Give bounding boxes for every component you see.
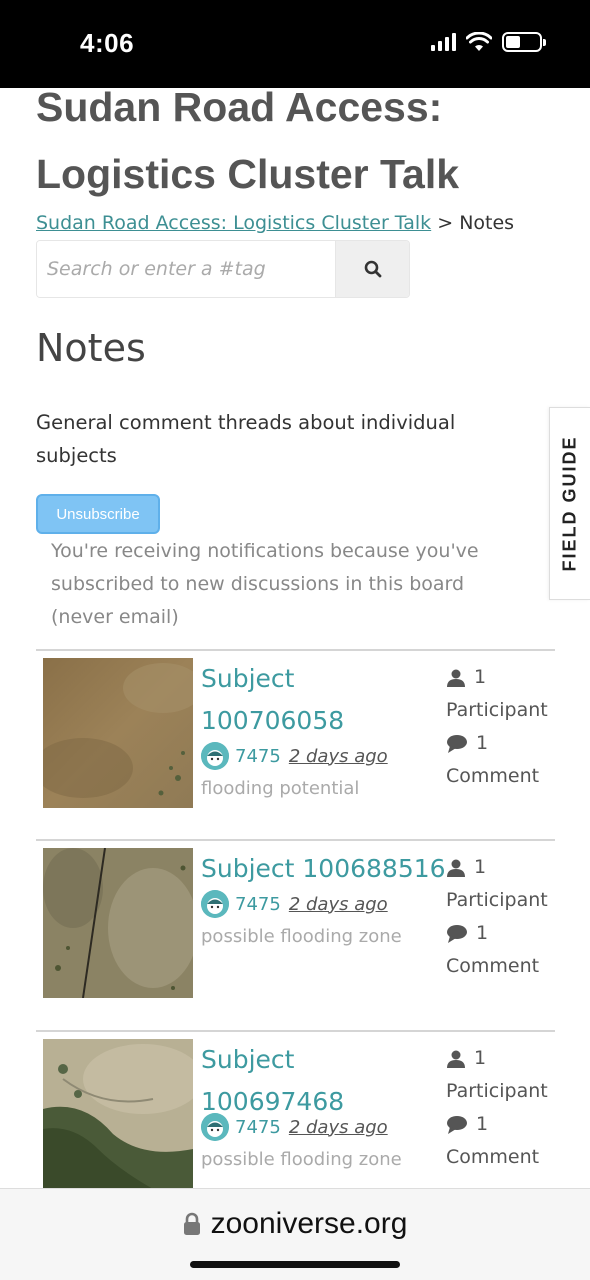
- comment-preview: possible flooding zone: [201, 1149, 402, 1170]
- project-title: Sudan Road Access: Logistics Cluster Tal…: [36, 88, 460, 197]
- comment-meta: 7475 2 days ago: [201, 742, 388, 770]
- comment-count: 1: [476, 732, 489, 754]
- subject-title-link[interactable]: Subject 100706058: [201, 658, 401, 742]
- subject-thumbnail[interactable]: [43, 848, 193, 998]
- breadcrumb-separator: >: [437, 212, 454, 234]
- comment-meta: 7475 2 days ago: [201, 1113, 388, 1141]
- breadcrumb-current: Notes: [459, 212, 515, 234]
- comment-icon: [447, 1115, 467, 1134]
- comment-count: 1: [476, 922, 489, 944]
- user-link[interactable]: 7475: [235, 1117, 281, 1138]
- status-icons: [431, 32, 546, 52]
- discussion-item: Subject 100697468 7475 2 days ago possib…: [0, 1030, 590, 1188]
- subject-thumbnail[interactable]: [43, 1039, 193, 1188]
- discussion-item: Subject 100688516 7475 2 days ago possib…: [0, 839, 590, 1029]
- search-icon: [364, 260, 381, 278]
- comment-time-link[interactable]: 2 days ago: [289, 894, 388, 915]
- page-content: Sudan Road Access: Logistics Cluster Tal…: [0, 88, 590, 1188]
- participant-count: 1: [474, 666, 487, 688]
- battery-icon: [502, 32, 546, 52]
- search-bar: [36, 240, 410, 298]
- search-button[interactable]: [335, 241, 409, 297]
- notification-text: You're receiving notifications because y…: [51, 540, 479, 628]
- wifi-icon: [466, 32, 492, 51]
- url-display[interactable]: zooniverse.org: [0, 1207, 590, 1241]
- comment-icon: [447, 924, 467, 943]
- subject-thumbnail[interactable]: [43, 658, 193, 808]
- comment-meta: 7475 2 days ago: [201, 890, 388, 918]
- field-guide-tab[interactable]: FIELD GUIDE: [549, 407, 590, 600]
- participant-label: Participant: [446, 1080, 548, 1102]
- subject-title-link[interactable]: Subject 100688516: [201, 848, 451, 890]
- discussion-stats: 1 Participant 1 Comment: [446, 851, 558, 983]
- participant-count: 1: [474, 856, 487, 878]
- discussion-item: Subject 100706058 7475 2 days ago floodi…: [0, 649, 590, 839]
- field-guide-label: FIELD GUIDE: [559, 435, 580, 572]
- breadcrumb-project-link[interactable]: Sudan Road Access: Logistics Cluster Tal…: [36, 212, 431, 234]
- comment-count: 1: [476, 1113, 489, 1135]
- comment-label: Comment: [446, 1146, 540, 1168]
- user-link[interactable]: 7475: [235, 746, 281, 767]
- user-avatar-icon[interactable]: [201, 1113, 229, 1141]
- home-indicator[interactable]: [190, 1261, 400, 1268]
- discussion-stats: 1 Participant 1 Comment: [446, 661, 558, 793]
- user-avatar-icon[interactable]: [201, 890, 229, 918]
- user-avatar-icon[interactable]: [201, 742, 229, 770]
- comment-time-link[interactable]: 2 days ago: [289, 1117, 388, 1138]
- lock-icon: [183, 1212, 200, 1235]
- search-input[interactable]: [37, 241, 335, 297]
- comment-icon: [447, 734, 467, 753]
- board-description: General comment threads about individual…: [36, 411, 456, 467]
- user-icon: [447, 1050, 465, 1068]
- url-text: zooniverse.org: [210, 1207, 408, 1240]
- comment-time-link[interactable]: 2 days ago: [289, 746, 388, 767]
- user-link[interactable]: 7475: [235, 894, 281, 915]
- status-bar: 4:06: [0, 0, 590, 88]
- comment-label: Comment: [446, 765, 540, 787]
- status-time: 4:06: [80, 28, 135, 58]
- user-icon: [447, 669, 465, 687]
- comment-preview: flooding potential: [201, 778, 360, 799]
- comment-preview: possible flooding zone: [201, 926, 402, 947]
- comment-label: Comment: [446, 955, 540, 977]
- cellular-signal-icon: [431, 33, 456, 51]
- discussion-stats: 1 Participant 1 Comment: [446, 1042, 558, 1174]
- board-title: Notes: [36, 326, 146, 370]
- participant-label: Participant: [446, 889, 548, 911]
- subject-title-link[interactable]: Subject 100697468: [201, 1039, 401, 1123]
- breadcrumb: Sudan Road Access: Logistics Cluster Tal…: [36, 212, 514, 234]
- user-icon: [447, 859, 465, 877]
- browser-address-bar: zooniverse.org: [0, 1188, 590, 1280]
- unsubscribe-button[interactable]: Unsubscribe: [36, 494, 160, 534]
- participant-count: 1: [474, 1047, 487, 1069]
- participant-label: Participant: [446, 699, 548, 721]
